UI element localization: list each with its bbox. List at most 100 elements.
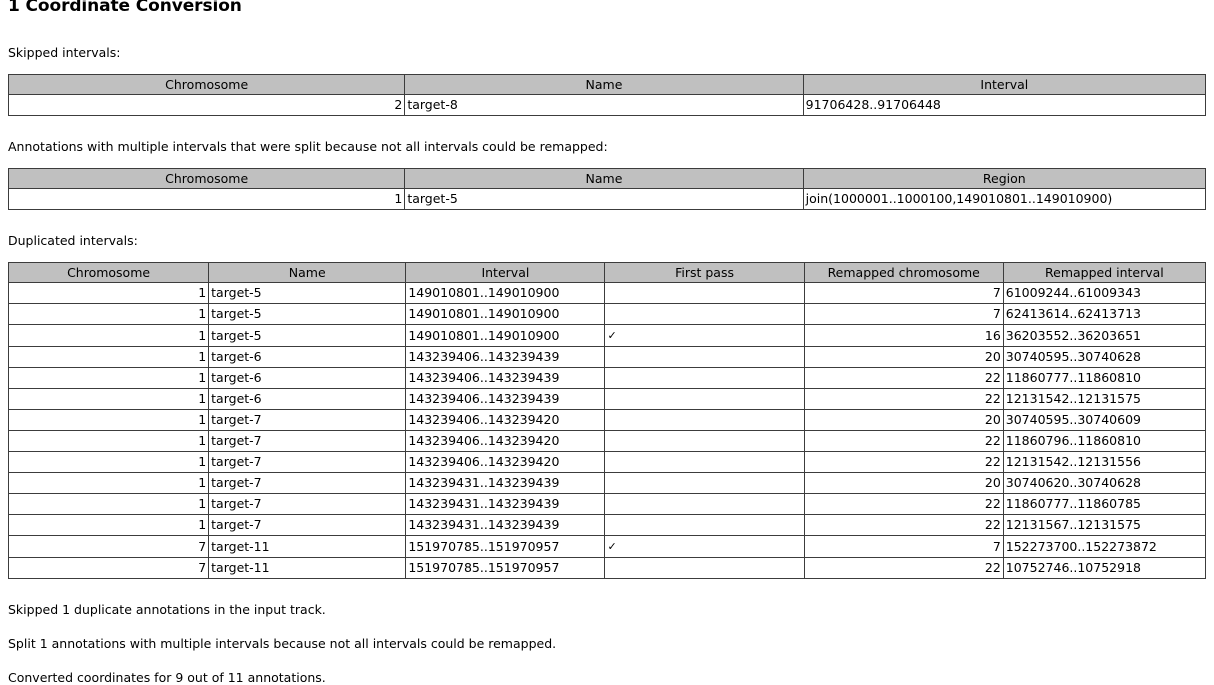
table-row: 1 target-6 143239406..143239439 22 11860777.… <box>7 367 1207 389</box>
cell-remapped-interval: 10752746..10752918 <box>1002 557 1207 579</box>
cell-first-pass <box>604 409 805 431</box>
column-header-chromosome: Chromosome <box>7 168 406 189</box>
cell-chromosome: 1 <box>7 409 210 431</box>
cell-name: target-6 <box>208 346 407 368</box>
table-header-row: Chromosome Name Interval <box>7 74 1207 95</box>
cell-remapped-chromosome: 16 <box>803 324 1004 347</box>
cell-chromosome: 7 <box>7 557 210 579</box>
cell-remapped-chromosome: 20 <box>803 346 1004 368</box>
cell-remapped-chromosome: 20 <box>803 409 1004 431</box>
cell-remapped-chromosome: 20 <box>803 472 1004 494</box>
cell-first-pass <box>604 303 805 325</box>
cell-remapped-interval: 152273700..152273872 <box>1002 535 1207 558</box>
cell-remapped-interval: 61009244..61009343 <box>1002 282 1207 304</box>
table-row: 1 target-7 143239406..143239420 20 30740595.… <box>7 409 1207 431</box>
table-row: 1 target-6 143239406..143239439 22 12131542.… <box>7 388 1207 410</box>
cell-name: target-7 <box>208 451 407 473</box>
table-row: 1 target-5 149010801..149010900 7 62413614..… <box>7 303 1207 325</box>
summary-line-skipped: Skipped 1 duplicate annotations in the i… <box>8 602 326 617</box>
cell-remapped-chromosome: 22 <box>803 557 1004 579</box>
table-row: 1 target-7 143239406..143239420 22 12131542.… <box>7 451 1207 473</box>
cell-remapped-interval: 11860796..11860810 <box>1002 430 1207 452</box>
cell-first-pass <box>604 367 805 389</box>
report-page: 1 Coordinate Conversion Skipped interval… <box>0 0 1214 685</box>
table-row: 1 target-7 143239431..143239439 22 11860777.… <box>7 493 1207 515</box>
cell-chromosome: 1 <box>7 188 406 210</box>
page-title: 1 Coordinate Conversion <box>8 0 242 16</box>
cell-remapped-interval: 12131542..12131556 <box>1002 451 1207 473</box>
cell-first-pass <box>604 346 805 368</box>
cell-interval: 143239406..143239439 <box>405 367 606 389</box>
cell-chromosome: 1 <box>7 367 210 389</box>
cell-interval: 143239431..143239439 <box>405 493 606 515</box>
cell-interval: 149010801..149010900 <box>405 324 606 347</box>
column-header-first-pass: First pass <box>604 262 805 283</box>
cell-interval: 143239406..143239420 <box>405 451 606 473</box>
cell-remapped-chromosome: 22 <box>803 514 1004 536</box>
check-icon: ✓ <box>607 540 617 553</box>
duplicated-intervals-label: Duplicated intervals: <box>8 233 138 248</box>
cell-name: target-7 <box>208 472 407 494</box>
cell-remapped-chromosome: 7 <box>803 282 1004 304</box>
column-header-interval: Interval <box>405 262 606 283</box>
cell-interval: 151970785..151970957 <box>405 557 606 579</box>
cell-name: target-5 <box>208 282 407 304</box>
cell-chromosome: 7 <box>7 535 210 558</box>
duplicated-intervals-table: Chromosome Name Interval First pass Rema… <box>7 262 1207 579</box>
cell-first-pass <box>604 430 805 452</box>
column-header-interval: Interval <box>802 74 1207 95</box>
table-row: 1 target-7 143239406..143239420 22 11860796.… <box>7 430 1207 452</box>
cell-chromosome: 1 <box>7 493 210 515</box>
column-header-chromosome: Chromosome <box>7 74 406 95</box>
cell-name: target-8 <box>404 94 804 116</box>
cell-chromosome: 1 <box>7 346 210 368</box>
skipped-intervals-label: Skipped intervals: <box>8 45 121 60</box>
cell-interval: 143239406..143239439 <box>405 346 606 368</box>
column-header-name: Name <box>208 262 407 283</box>
cell-first-pass <box>604 388 805 410</box>
cell-remapped-chromosome: 7 <box>803 303 1004 325</box>
split-annotations-label: Annotations with multiple intervals that… <box>8 139 608 154</box>
cell-name: target-5 <box>208 324 407 347</box>
table-row: 7 target-11 151970785..151970957 ✓ 7 15227370… <box>7 535 1207 558</box>
cell-interval: 149010801..149010900 <box>405 303 606 325</box>
cell-remapped-interval: 30740620..30740628 <box>1002 472 1207 494</box>
cell-interval: 143239406..143239439 <box>405 388 606 410</box>
cell-chromosome: 1 <box>7 388 210 410</box>
cell-name: target-11 <box>208 557 407 579</box>
column-header-region: Region <box>802 168 1207 189</box>
cell-remapped-chromosome: 22 <box>803 451 1004 473</box>
cell-remapped-chromosome: 22 <box>803 493 1004 515</box>
cell-name: target-6 <box>208 388 407 410</box>
cell-chromosome: 1 <box>7 282 210 304</box>
cell-interval: 91706428..91706448 <box>802 94 1207 116</box>
cell-chromosome: 1 <box>7 303 210 325</box>
table-row: 7 target-11 151970785..151970957 22 10752746… <box>7 557 1207 579</box>
summary-line-split: Split 1 annotations with multiple interv… <box>8 636 557 651</box>
table-row: 2 target-8 91706428..91706448 <box>7 94 1207 116</box>
column-header-name: Name <box>404 168 804 189</box>
cell-first-pass <box>604 493 805 515</box>
column-header-remapped-interval: Remapped interval <box>1002 262 1207 283</box>
cell-first-pass <box>604 514 805 536</box>
check-icon: ✓ <box>607 329 617 342</box>
cell-name: target-6 <box>208 367 407 389</box>
summary-line-converted: Converted coordinates for 9 out of 11 an… <box>8 670 326 685</box>
cell-name: target-7 <box>208 430 407 452</box>
table-row: 1 target-6 143239406..143239439 20 30740595.… <box>7 346 1207 368</box>
cell-interval: 143239406..143239420 <box>405 430 606 452</box>
column-header-chromosome: Chromosome <box>7 262 210 283</box>
table-row: 1 target-5 149010801..149010900 ✓ 16 36203552… <box>7 324 1207 347</box>
cell-chromosome: 1 <box>7 430 210 452</box>
cell-name: target-7 <box>208 514 407 536</box>
cell-remapped-interval: 11860777..11860785 <box>1002 493 1207 515</box>
cell-name: target-7 <box>208 493 407 515</box>
cell-first-pass: ✓ <box>604 535 805 558</box>
cell-remapped-interval: 30740595..30740609 <box>1002 409 1207 431</box>
cell-chromosome: 1 <box>7 472 210 494</box>
cell-remapped-chromosome: 7 <box>803 535 1004 558</box>
cell-remapped-interval: 11860777..11860810 <box>1002 367 1207 389</box>
column-header-name: Name <box>404 74 804 95</box>
table-row: 1 target-5 join(1000001..1000100,1490108… <box>7 188 1207 210</box>
cell-name: target-7 <box>208 409 407 431</box>
